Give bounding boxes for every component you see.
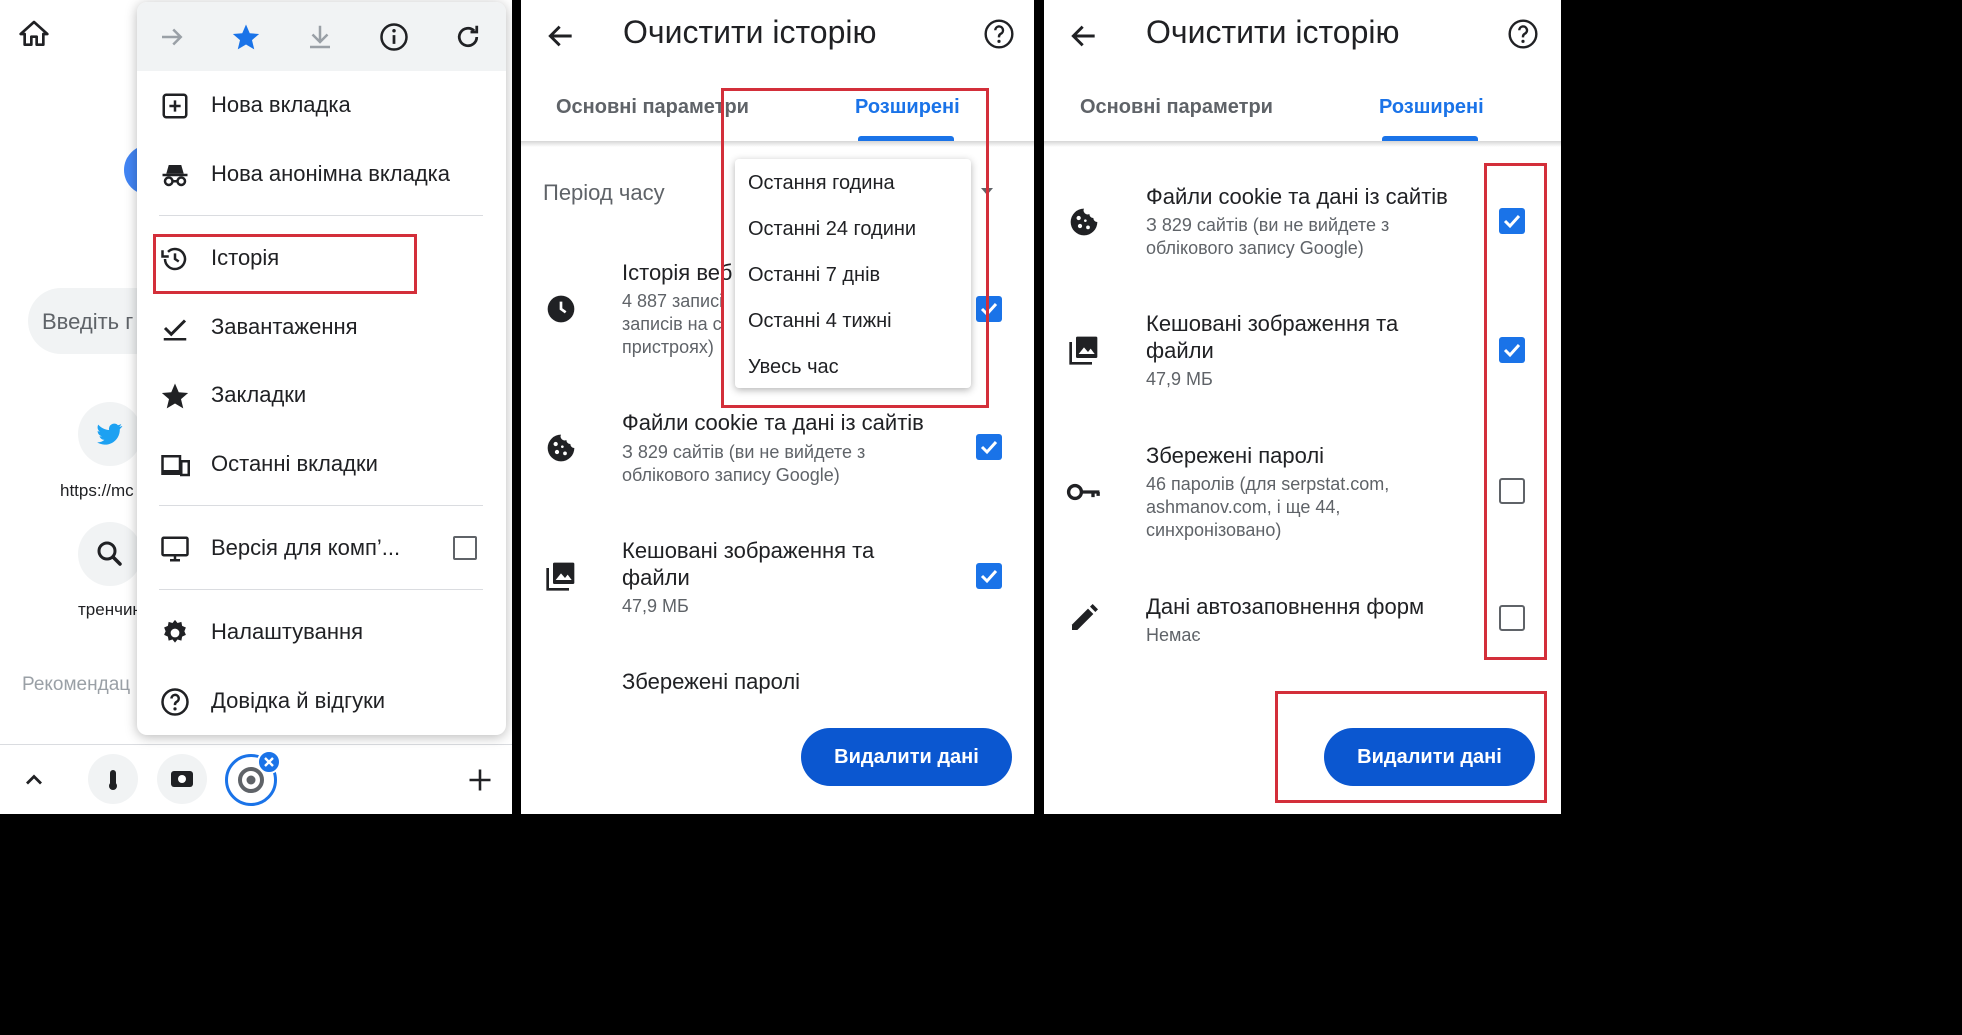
chevron-up-icon[interactable] (20, 766, 48, 794)
shortcut-search-label: тренчин (78, 600, 142, 619)
menu-item-label: Останні вкладки (211, 451, 378, 476)
advanced-dropdown-highlight-box (721, 88, 989, 408)
history-sub-3: пристроях) (622, 337, 714, 357)
cookies-checkbox[interactable] (976, 434, 1002, 460)
page-title: Очистити історію (1146, 14, 1400, 50)
menu-item-recent-tabs[interactable]: Останні вкладки (137, 439, 506, 489)
download-icon[interactable] (305, 22, 335, 52)
cache-size: 47,9 МБ (1146, 369, 1213, 389)
shortcut-twitter[interactable] (78, 402, 142, 466)
refresh-icon[interactable] (453, 22, 483, 52)
menu-item-help[interactable]: Довідка й відгуки (137, 676, 506, 726)
menu-item-bookmarks[interactable]: Закладки (137, 370, 506, 420)
plus-icon[interactable] (466, 766, 494, 794)
menu-item-label: Нова вкладка (211, 92, 351, 117)
star-icon (159, 381, 191, 411)
search-icon (97, 541, 122, 566)
menu-item-incognito[interactable]: Нова анонімна вкладка (137, 149, 506, 199)
cache-title-2: файли (1146, 338, 1214, 363)
tab-bar-shadow (1044, 141, 1561, 147)
overflow-menu: Нова вкладка Нова анонімна вкладка Істор… (137, 2, 506, 735)
search-input-placeholder: Введіть г (42, 309, 134, 334)
shortcut-twitter-label: https://mc (60, 481, 134, 500)
incognito-icon (159, 160, 191, 190)
help-icon (159, 687, 191, 717)
history-sub-1: 4 887 записі (622, 291, 724, 311)
menu-item-label: Довідка й відгуки (211, 688, 386, 713)
cache-title-2: файли (622, 565, 690, 590)
monitor-icon (159, 534, 191, 564)
history-highlight-box (153, 234, 417, 294)
menu-item-settings[interactable]: Налаштування (137, 607, 506, 657)
recommended-heading: Рекомендац (22, 674, 131, 695)
passwords-sub-2: ashmanov.com, і ще 44, (1146, 497, 1341, 517)
autofill-sub: Немає (1146, 625, 1201, 645)
tab-icon[interactable] (88, 754, 138, 804)
cookie-icon (545, 432, 577, 464)
tab-basic[interactable]: Основні параметри (1080, 96, 1273, 119)
passwords-title: Збережені паролі (622, 669, 801, 694)
history-sub-2: записів на с (622, 314, 722, 334)
menu-item-desktop-site[interactable]: Версія для комп’... (137, 523, 506, 573)
star-icon[interactable] (231, 22, 261, 52)
home-icon[interactable] (18, 18, 50, 50)
help-icon[interactable] (983, 18, 1015, 50)
delete-button-highlight-box (1275, 691, 1547, 803)
downloads-icon (159, 313, 191, 343)
cookies-sub-1: З 829 сайтів (ви не вийдете з (622, 442, 866, 462)
cookies-sub-2: облікового запису Google) (1146, 238, 1364, 258)
back-arrow-icon[interactable] (545, 20, 577, 52)
cookies-title: Файли cookie та дані із сайтів (622, 410, 924, 435)
tab-advanced[interactable]: Розширені (1379, 96, 1484, 119)
devices-icon (159, 450, 191, 480)
twitter-icon (97, 423, 123, 445)
cookies-sub-2: облікового запису Google) (622, 465, 840, 485)
cache-checkbox[interactable] (976, 563, 1002, 589)
delete-data-button[interactable]: Видалити дані (801, 728, 1012, 786)
menu-item-label: Нова анонімна вкладка (211, 161, 451, 186)
close-icon[interactable] (257, 750, 281, 774)
gear-icon (159, 618, 191, 648)
desktop-site-checkbox[interactable] (453, 536, 477, 560)
clock-icon (545, 293, 577, 325)
key-icon (1066, 476, 1100, 508)
menu-toolbar (137, 2, 506, 71)
menu-divider (159, 589, 483, 590)
shortcut-search[interactable] (78, 522, 142, 586)
menu-divider (159, 215, 483, 216)
time-range-label: Період часу (543, 180, 665, 205)
page-title: Очистити історію (623, 14, 877, 50)
autofill-title: Дані автозаповнення форм (1146, 594, 1425, 619)
passwords-sub-1: 46 паролів (для serpstat.com, (1146, 474, 1390, 494)
cache-title-1: Кешовані зображення та (1146, 311, 1399, 336)
cache-title-1: Кешовані зображення та (622, 538, 875, 563)
history-title: Історія веб (622, 260, 733, 285)
info-icon[interactable] (379, 22, 409, 52)
image-icon (545, 560, 577, 592)
help-icon[interactable] (1507, 18, 1539, 50)
image-icon (1068, 334, 1100, 366)
new-tab-icon (159, 91, 191, 121)
tab-icon[interactable] (157, 754, 207, 804)
menu-divider (159, 505, 483, 506)
cookie-icon (1068, 206, 1100, 238)
cookies-sub-1: З 829 сайтів (ви не вийдете з (1146, 215, 1390, 235)
pencil-icon (1068, 602, 1100, 634)
checkboxes-highlight-box (1484, 163, 1547, 660)
menu-item-downloads[interactable]: Завантаження (137, 302, 506, 352)
cookies-title: Файли cookie та дані із сайтів (1146, 184, 1448, 209)
forward-icon[interactable] (157, 22, 187, 52)
menu-item-label: Налаштування (211, 619, 364, 644)
passwords-title: Збережені паролі (1146, 443, 1325, 468)
menu-item-label: Закладки (211, 382, 307, 407)
cache-size: 47,9 МБ (622, 596, 689, 616)
menu-item-new-tab[interactable]: Нова вкладка (137, 80, 506, 130)
chrome-menu-panel: Введіть г https://mc тренчин Рекомендац (0, 0, 512, 814)
passwords-sub-3: синхронізовано) (1146, 520, 1282, 540)
menu-item-label: Завантаження (211, 314, 358, 339)
back-arrow-icon[interactable] (1068, 20, 1100, 52)
menu-item-label: Версія для комп’... (211, 535, 401, 560)
